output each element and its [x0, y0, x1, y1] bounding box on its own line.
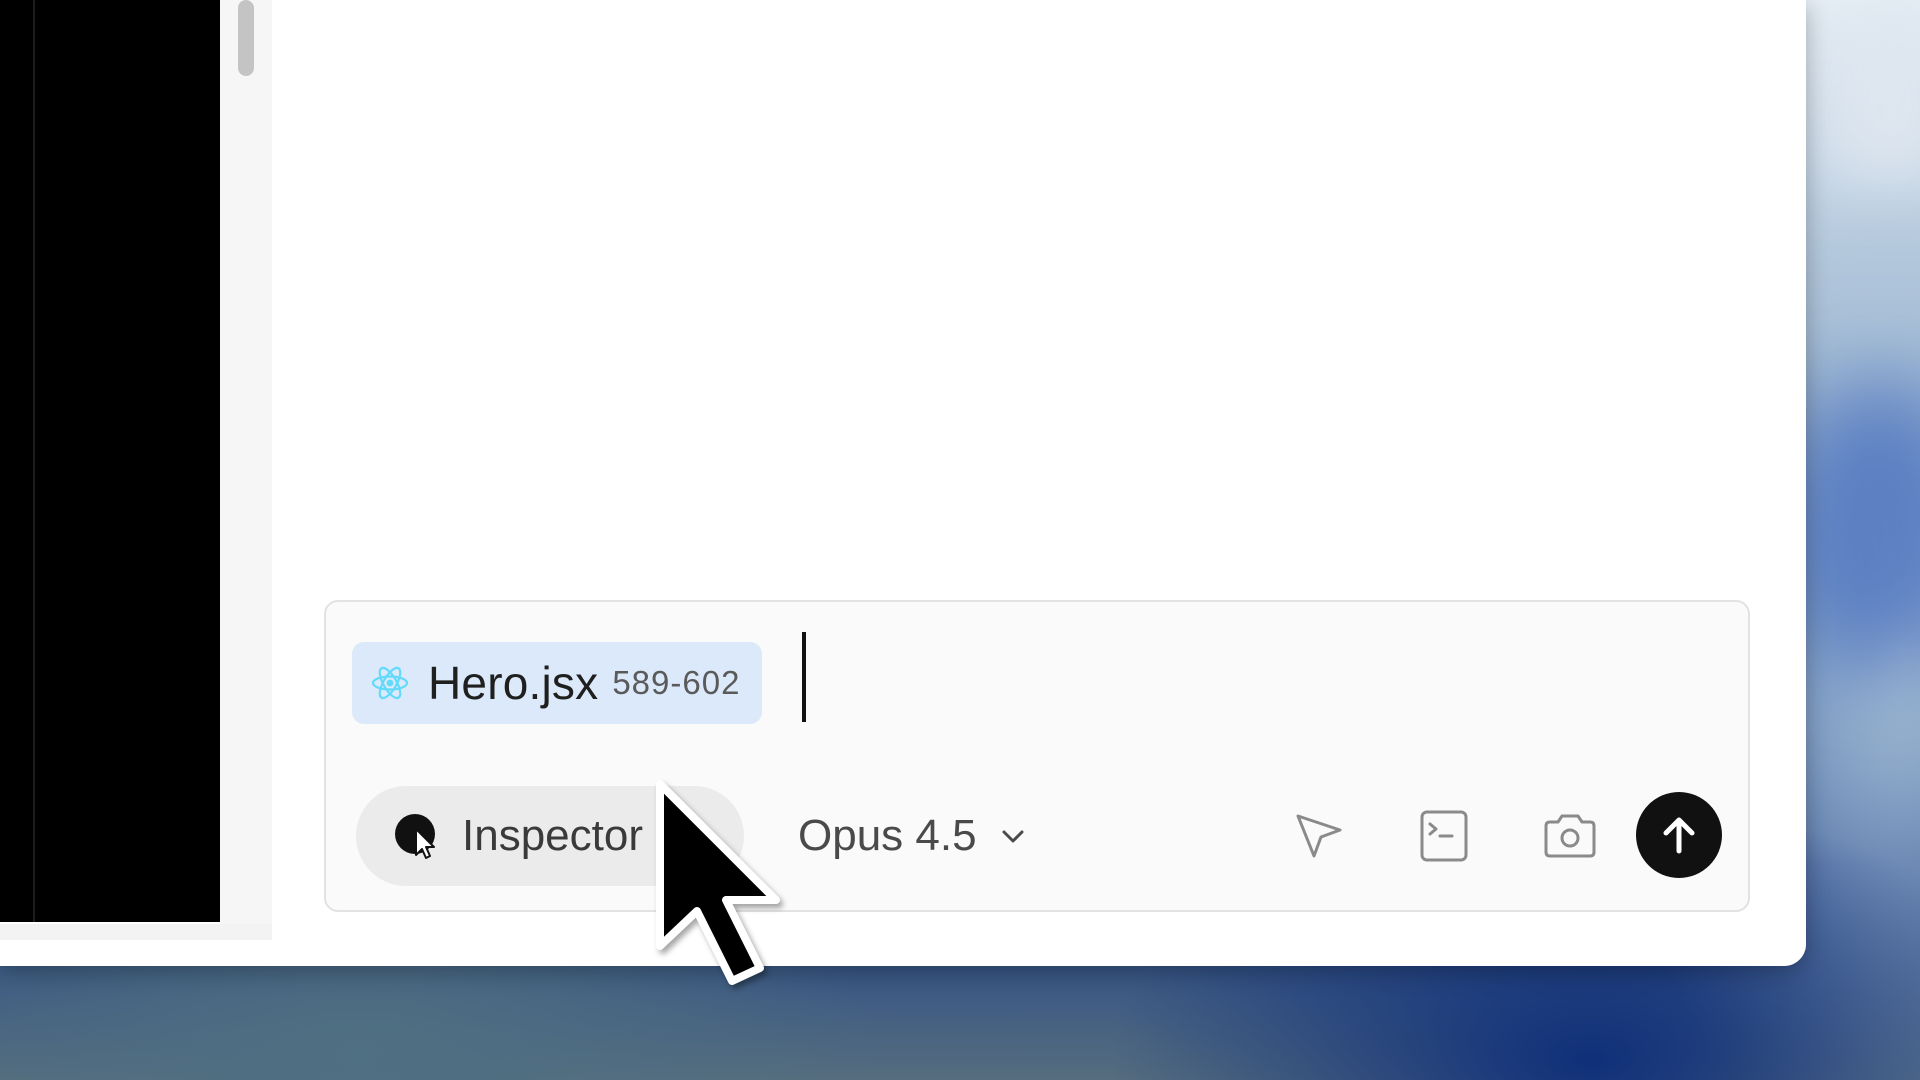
scrollbar-thumb[interactable] — [238, 0, 254, 76]
model-label: Opus 4.5 — [798, 811, 977, 860]
text-caret — [802, 632, 806, 722]
terminal-button[interactable] — [1414, 806, 1474, 866]
model-selector[interactable]: Opus 4.5 — [798, 786, 1029, 886]
chat-composer[interactable]: Hero.jsx 589-602 Inspector Opus 4.5 — [324, 600, 1750, 912]
file-attachment-chip[interactable]: Hero.jsx 589-602 — [352, 642, 763, 724]
send-button[interactable] — [1636, 792, 1722, 878]
screenshot-button[interactable] — [1540, 806, 1600, 866]
left-panel — [0, 0, 220, 922]
chevron-down-icon — [1002, 830, 1024, 843]
inspector-icon — [395, 814, 435, 859]
inspector-label: Inspector — [462, 811, 643, 860]
app-window: Hero.jsx 589-602 Inspector Opus 4.5 — [0, 0, 1806, 966]
mouse-cursor-icon — [656, 780, 780, 985]
camera-icon — [1544, 814, 1596, 858]
terminal-icon — [1420, 810, 1468, 862]
attachment-file-name: Hero.jsx — [428, 657, 599, 709]
pointer-select-button[interactable] — [1288, 806, 1348, 866]
panel-footer — [0, 924, 272, 940]
panel-divider — [33, 0, 35, 922]
desktop: Hero.jsx 589-602 Inspector Opus 4.5 — [0, 0, 1920, 1080]
arrow-up-icon — [1663, 817, 1695, 854]
scrollbar-track[interactable] — [220, 0, 273, 924]
attachment-line-range: 589-602 — [612, 664, 741, 701]
wallpaper-highlight — [1830, 0, 1920, 180]
react-icon — [371, 666, 409, 700]
pointer-select-icon — [1296, 814, 1342, 858]
